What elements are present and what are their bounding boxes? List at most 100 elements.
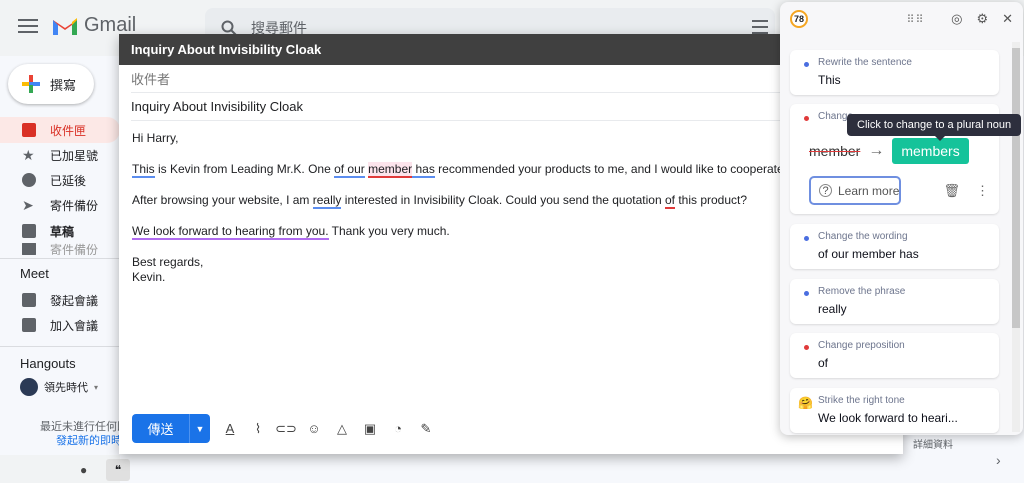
text-run: After browsing your website, I am <box>132 193 313 207</box>
nav-label: 收件匣 <box>50 123 87 138</box>
hangouts-user[interactable]: 領先時代 ▾ <box>20 378 98 396</box>
card-value: This <box>818 73 841 87</box>
issue-highlight[interactable]: member <box>368 162 413 178</box>
tone-emoji-icon: 🤗 <box>798 396 813 410</box>
star-icon: ★ <box>22 147 35 163</box>
hangouts-footer <box>0 455 120 483</box>
paragraph-2: After browsing your website, I am really… <box>132 193 890 209</box>
main-menu-icon[interactable] <box>18 16 38 36</box>
scrollbar-thumb[interactable] <box>1012 48 1020 328</box>
text-run: this product? <box>674 193 748 207</box>
closing: Best regards, <box>132 255 204 269</box>
inbox-icon <box>22 123 36 137</box>
clock-icon <box>22 173 36 187</box>
card-title: Change the wording <box>818 231 908 242</box>
issue-highlight[interactable]: This <box>132 162 155 178</box>
divider <box>0 346 119 347</box>
issue-highlight[interactable]: of <box>664 193 675 209</box>
hangouts-section-title: Hangouts <box>20 356 76 371</box>
nav-starred[interactable]: ★ 已加星號 <box>0 142 120 168</box>
issue-dot <box>804 345 809 350</box>
emoji-icon[interactable]: ☺ <box>306 421 322 437</box>
text-run: recommended your products to me, and I w… <box>434 162 835 176</box>
attach-icon[interactable]: ⌇ <box>250 421 266 437</box>
card-title: Rewrite the sentence <box>818 57 912 68</box>
nav-inbox[interactable]: 收件匣 <box>0 117 120 143</box>
drive-icon[interactable]: △ <box>334 421 350 437</box>
send-options-icon[interactable]: ▼ <box>190 414 210 443</box>
trash-icon[interactable]: 🗑 <box>943 183 960 199</box>
nav-sent[interactable]: ➤ 寄件備份 <box>0 192 120 218</box>
learn-more-button[interactable]: ? Learn more <box>809 176 902 205</box>
chevron-down-icon[interactable]: ▾ <box>94 383 98 392</box>
send-label: 傳送 <box>132 414 190 443</box>
video-icon <box>22 293 36 307</box>
details-link[interactable]: 詳細資料 <box>913 436 953 451</box>
compose-label: 撰寫 <box>50 77 77 93</box>
nav-drafts[interactable]: 草稿 <box>0 218 120 244</box>
score-badge[interactable]: 78 <box>790 10 808 28</box>
draft-icon <box>22 224 36 238</box>
help-icon: ? <box>819 184 832 197</box>
paragraph-3: We look forward to hearing from you. Tha… <box>132 224 890 240</box>
suggestion-card[interactable]: Change preposition of <box>790 333 999 378</box>
suggestion-card[interactable]: Remove the phrase really <box>790 279 999 324</box>
scrollbar[interactable] <box>1012 42 1020 432</box>
issue-dot <box>804 62 809 67</box>
nav-label: 寄件備份 <box>50 198 99 213</box>
person-icon[interactable]: ● <box>80 463 87 477</box>
suggestion-card[interactable]: Change the wording of our member has <box>790 224 999 269</box>
nav-more[interactable]: 寄件備份 <box>0 243 120 255</box>
grammarly-header: 78 ⠿⠿ ◎ ⚙ ✕ <box>780 2 1023 36</box>
issue-dot <box>804 236 809 241</box>
issue-highlight[interactable]: of our <box>334 162 365 178</box>
paragraph-1: This is Kevin from Leading Mr.K. One of … <box>132 162 890 178</box>
subject-value: Inquiry About Invisibility Cloak <box>131 99 303 114</box>
nav-snoozed[interactable]: 已延後 <box>0 167 120 193</box>
formatting-icon[interactable]: A <box>222 421 238 437</box>
link-icon[interactable]: ⊂⊃ <box>275 421 297 437</box>
meet-section-title: Meet <box>20 266 49 281</box>
more-options-icon[interactable]: ⋮ <box>976 183 989 199</box>
suggestion-card[interactable]: Rewrite the sentence This <box>790 50 999 95</box>
close-icon[interactable]: ✕ <box>1002 11 1013 27</box>
accept-suggestion-button[interactable]: members <box>892 138 969 164</box>
plus-icon <box>22 75 40 93</box>
avatar <box>20 378 38 396</box>
search-options-icon[interactable] <box>752 20 768 34</box>
text-run: interested in Invisibility Cloak. Could … <box>341 193 665 207</box>
nav-label: 發起會議 <box>50 293 99 308</box>
gear-icon[interactable]: ⚙ <box>976 11 988 27</box>
card-title: Remove the phrase <box>818 286 906 297</box>
subject-field[interactable]: Inquiry About Invisibility Cloak <box>131 93 891 121</box>
goals-icon[interactable]: ◎ <box>951 11 962 27</box>
to-field[interactable]: 收件者 <box>131 65 891 93</box>
send-icon: ➤ <box>22 197 34 213</box>
chevron-right-icon[interactable]: › <box>996 452 1001 468</box>
drag-handle-icon[interactable]: ⠿⠿ <box>906 13 924 26</box>
card-title: Strike the right tone <box>818 395 905 406</box>
hangouts-new-link[interactable]: 發起新的即時通訊 <box>56 432 120 448</box>
gmail-m-icon <box>53 17 77 35</box>
suggestion-card[interactable]: 🤗 Strike the right tone We look forward … <box>790 388 999 433</box>
compose-button[interactable]: 撰寫 <box>8 64 94 104</box>
card-value: really <box>818 302 847 316</box>
signature-icon[interactable]: ✎ <box>418 421 434 437</box>
hangouts-chat-icon[interactable]: ❝ <box>106 459 130 481</box>
photo-icon[interactable]: ▣ <box>362 421 378 437</box>
card-title: Change preposition <box>818 340 905 351</box>
meet-new-meeting[interactable]: 發起會議 <box>0 287 120 313</box>
issue-dot <box>804 291 809 296</box>
greeting: Hi Harry, <box>132 131 179 145</box>
meet-join-meeting[interactable]: 加入會議 <box>0 312 120 338</box>
issue-dot <box>804 116 809 121</box>
issue-highlight[interactable]: We look forward to hearing from you. <box>132 224 329 240</box>
confidential-icon[interactable]: ◔ <box>390 421 406 437</box>
send-button[interactable]: 傳送 ▼ <box>132 414 210 443</box>
keyboard-icon <box>22 318 36 332</box>
suggestion-tooltip: Click to change to a plural noun <box>847 114 1022 141</box>
issue-highlight[interactable]: has <box>412 162 435 178</box>
nav-label: 已加星號 <box>50 148 99 163</box>
issue-highlight[interactable]: really <box>312 193 342 209</box>
learn-more-label: Learn more <box>838 183 900 198</box>
